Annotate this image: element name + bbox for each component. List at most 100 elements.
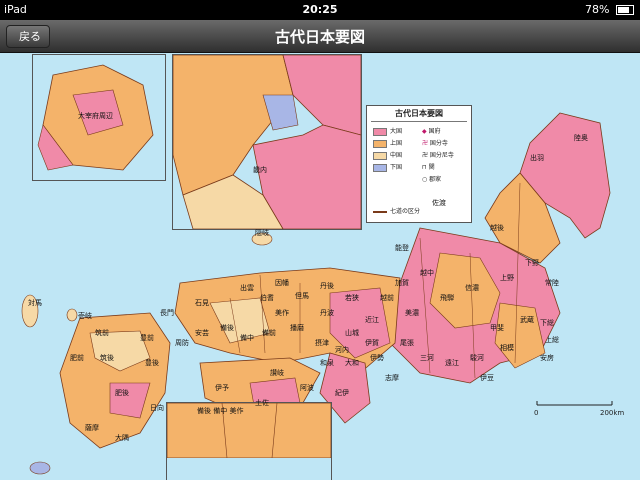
label-suo: 周防 [175,339,189,347]
page-title: 古代日本要図 [274,28,365,46]
label-shinano: 信濃 [465,284,479,292]
label-mino: 美濃 [405,309,419,317]
legend-item-seki: ⊓ 関 [422,162,435,171]
inset-kinai[interactable]: 畿内 [172,54,362,230]
label-hida: 飛騨 [440,294,454,302]
legend-label-middle: 中国 [390,152,403,159]
label-musashi: 武蔵 [520,316,534,324]
label-noto: 能登 [395,244,409,252]
label-dewa: 出羽 [530,154,544,162]
inset-kyushu-label: 大宰府周辺 [78,112,113,120]
swatch-middle [373,151,387,160]
label-iwami: 石見 [195,299,209,307]
label-hizen: 肥前 [70,354,84,362]
legend-item-great: 大国 [373,126,402,136]
label-kii: 紀伊 [335,389,349,397]
label-hyuga: 日向 [150,404,164,412]
legend-item-shichido: 七道の区分 [373,206,420,215]
legend-label-shichido: 七道の区分 [390,208,421,215]
label-higo: 肥後 [115,389,129,397]
label-chikugo: 筑後 [100,354,114,362]
label-settsu: 摂津 [315,339,329,347]
label-hitachi: 常陸 [545,279,559,287]
legend-item-lower: 下国 [373,162,402,172]
label-inaba: 因幡 [275,279,289,287]
inset-kinai-label: 畿内 [253,166,267,174]
label-iki: 壱岐 [78,312,92,320]
japan-map[interactable]: 大宰府周辺 畿内 備後 備中 美作 古代日本要図 大国 上国 中国 下国 ◆ 国… [0,53,640,480]
label-nagato: 長門 [160,309,174,317]
label-tango: 丹後 [320,282,334,290]
label-kaga: 加賀 [395,279,409,287]
inset-kinai-graphic [172,54,362,230]
label-sado: 佐渡 [432,199,446,207]
label-izu: 伊豆 [480,374,494,382]
scale-max: 200km [600,409,625,417]
label-kozuke: 上野 [500,274,514,282]
label-shimosa: 下総 [540,319,554,327]
label-mutsu: 陸奥 [574,134,588,142]
label-oki: 隠岐 [255,229,269,237]
label-yamato: 大和 [345,359,359,367]
label-bitchu: 備中 [240,334,254,342]
shichido-line-icon [373,210,387,213]
swatch-upper [373,139,387,148]
inset-kibi[interactable]: 備後 備中 美作 [166,402,332,480]
legend-label-kokubunji: 国分寺 [429,140,448,147]
legend-label-kokufu: 国府 [428,128,441,135]
label-sanuki: 讃岐 [270,369,284,377]
label-satsuma: 薩摩 [85,424,99,432]
label-hoki: 伯耆 [260,294,274,302]
navigation-bar: 戻る 古代日本要図 [0,20,640,53]
label-awa: 阿波 [300,384,314,392]
label-totomi: 遠江 [445,359,459,367]
label-kawachi: 河内 [335,346,349,354]
legend-item-upper: 上国 [373,138,402,148]
label-suruga: 駿河 [470,354,484,362]
inset-kyushu[interactable]: 大宰府周辺 [32,54,166,181]
label-kazusa: 上総 [545,336,559,344]
battery-icon [616,5,634,15]
label-owari: 尾張 [400,339,414,347]
label-izumi: 和泉 [320,359,334,367]
legend-label-gunke: 郡家 [429,176,442,183]
legend-item-gunke: ○ 郡家 [422,174,441,183]
label-aki: 安芸 [195,329,209,337]
label-shima: 志摩 [385,374,399,382]
legend-item-kokufu: ◆ 国府 [422,126,441,135]
legend-item-amadera: 卍 国分尼寺 [422,150,454,159]
label-omi: 近江 [365,316,379,324]
label-echizen: 越前 [380,294,394,302]
legend-title: 古代日本要図 [371,106,467,122]
label-mimasaka: 美作 [275,309,289,317]
label-ise: 伊勢 [370,354,384,362]
status-bar: iPad 20:25 78% [0,0,640,20]
label-awa2: 安房 [540,354,554,362]
label-sagami: 相模 [500,344,514,352]
battery-indicator: 78% [585,3,634,16]
label-mikawa: 三河 [420,354,434,362]
swatch-great [373,127,387,136]
legend-label-lower: 下国 [390,164,403,171]
swatch-lower [373,163,387,172]
label-bingo: 備後 [220,324,234,332]
legend-label-seki: 関 [428,164,435,171]
label-echigo: 越後 [490,224,504,232]
label-tosa: 土佐 [255,399,269,407]
map-legend: 古代日本要図 大国 上国 中国 下国 ◆ 国府 卍 国分寺 卍 国分尼寺 ⊓ 関… [366,105,472,223]
label-osumi: 大隅 [115,434,129,442]
seki-icon: ⊓ [422,164,429,171]
label-yamashiro: 山城 [345,329,359,337]
amadera-icon: 卍 [422,152,430,159]
label-shimotsuke: 下野 [525,259,539,267]
label-bungo: 豊後 [145,359,159,367]
legend-item-kokubunji: 卍 国分寺 [422,138,448,147]
label-harima: 播磨 [290,324,304,332]
label-iyo: 伊予 [215,384,229,392]
scale-zero: 0 [534,409,539,417]
legend-label-amadera: 国分尼寺 [429,152,454,159]
label-etchu: 越中 [420,269,434,277]
label-tamba: 丹波 [320,309,334,317]
kokubunji-icon: 卍 [422,140,430,147]
legend-label-great: 大国 [390,128,403,135]
